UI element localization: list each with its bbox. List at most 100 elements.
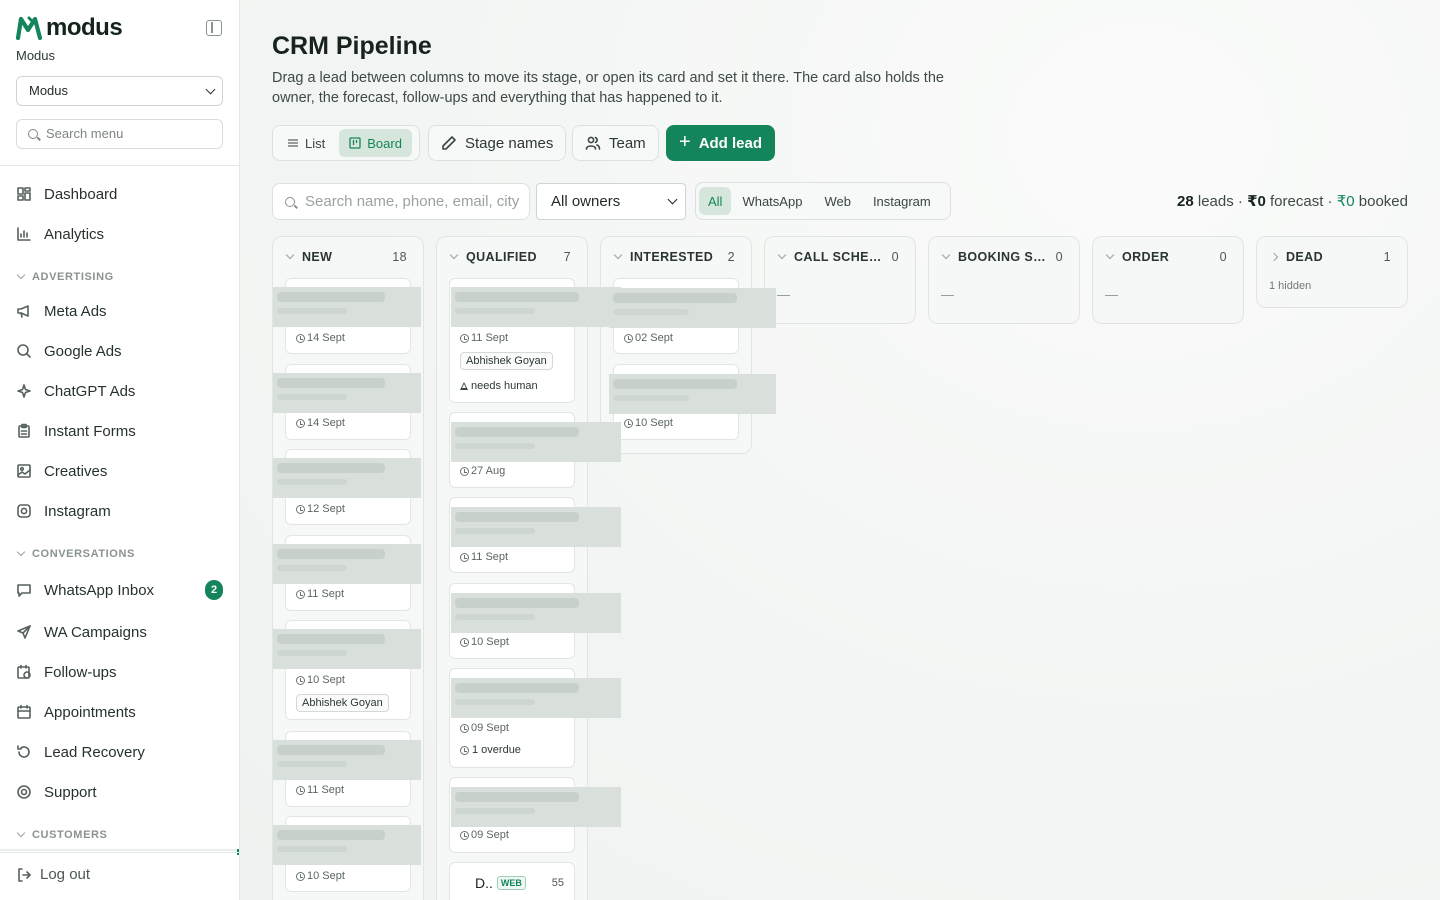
active-item-indicator [0,849,239,855]
sidebar-item-label: Dashboard [44,185,118,203]
alarm-icon [460,745,469,755]
search-icon [285,197,295,207]
sidebar-item-follow-ups[interactable]: Follow-ups [16,657,223,687]
collapse-sidebar-icon[interactable] [206,20,222,36]
card-date-text: 14 Sept [307,417,345,429]
page-description: Drag a lead between columns to move its … [272,70,944,106]
sidebar-item-google-ads[interactable]: Google Ads [16,336,223,366]
chevron-down-icon [777,250,787,260]
chevron-down-icon [1105,250,1115,260]
redacted-lead-name [273,458,421,498]
sidebar-item-creatives[interactable]: Creatives [16,456,223,486]
card-date: 02 Sept [624,332,673,344]
org-select[interactable]: Modus [16,76,223,106]
column-dead[interactable]: DEAD 1 1 hidden [1256,236,1408,308]
calendar-clock-icon [16,664,32,680]
column-call-scheduled[interactable]: CALL SCHEDULED 0 — [764,236,916,324]
add-lead-label: Add lead [698,134,763,152]
column-name: NEW [302,250,333,264]
clock-icon [296,418,305,428]
booked-value: ₹0 [1336,193,1355,210]
column-header[interactable]: BOOKING SCHEDULED 0 [941,250,1063,264]
redacted-lead-name [273,287,421,327]
separator: · [1327,193,1333,210]
sidebar-item-wa-campaigns[interactable]: WA Campaigns [16,617,223,647]
sidebar-item-dashboard[interactable]: Dashboard [16,179,223,209]
sidebar-item-analytics[interactable]: Analytics [16,219,223,249]
section-title: ADVERTISING [32,271,114,283]
column-header[interactable]: CALL SCHEDULED 0 [777,250,899,264]
redacted-lead-name [609,374,776,414]
column-header[interactable]: QUALIFIED 7 [449,250,571,264]
column-booking-scheduled[interactable]: BOOKING SCHEDULED 0 — [928,236,1080,324]
sidebar-item-instant-forms[interactable]: Instant Forms [16,416,223,446]
brand-logo[interactable]: modus [16,16,123,40]
card-title: D.. WEB [475,875,526,891]
redacted-lead-name [451,287,621,327]
source-all-tab[interactable]: All [699,187,732,215]
redacted-lead-name [609,288,776,328]
clock-icon [296,589,305,599]
card-date-text: 27 Aug [471,465,506,477]
clock-icon [460,333,469,343]
card-date-text: 10 Sept [471,636,509,648]
chevron-down-icon [16,828,26,838]
redacted-lead-name [273,740,421,780]
leads-count: 28 [1177,193,1194,210]
column-order[interactable]: ORDER 0 — [1092,236,1244,324]
sidebar-item-meta-ads[interactable]: Meta Ads [16,296,223,326]
view-board-label: Board [367,135,402,151]
sidebar-item-lead-recovery[interactable]: Lead Recovery [16,737,223,767]
clock-icon [296,675,305,685]
section-advertising[interactable]: ADVERTISING [16,270,114,283]
card-date-text: 09 Sept [471,722,509,734]
card-date-text: 10 Sept [307,870,345,882]
clock-icon [624,333,633,343]
sidebar-item-label: Appointments [44,703,136,721]
divider [0,165,239,166]
sidebar: modus Modus Modus Search menu Dashboard … [0,0,240,900]
card-date-text: 14 Sept [307,332,345,344]
pencil-icon [442,136,456,150]
source-instagram-tab[interactable]: Instagram [862,187,942,215]
column-header[interactable]: INTERESTED 2 [613,250,735,264]
divider [0,852,239,853]
search-icon [16,343,32,359]
sidebar-item-label: Google Ads [44,342,122,360]
sidebar-item-instagram[interactable]: Instagram [16,496,223,526]
overdue-flag: 1 overdue [460,744,521,756]
section-conversations[interactable]: CONVERSATIONS [16,547,135,560]
chat-icon [16,582,32,598]
view-list-button[interactable]: List [277,129,335,157]
column-header[interactable]: DEAD 1 [1269,250,1391,264]
view-board-button[interactable]: Board [339,129,412,157]
team-button[interactable]: Team [572,125,659,161]
sidebar-item-chatgpt-ads[interactable]: ChatGPT Ads [16,376,223,406]
source-web-tab[interactable]: Web [813,187,862,215]
lead-search-input[interactable]: Search name, phone, email, city [272,183,530,220]
column-header[interactable]: ORDER 0 [1105,250,1227,264]
org-select-value: Modus [29,83,69,98]
source-tag: WEB [496,876,526,890]
section-customers[interactable]: CUSTOMERS [16,828,107,841]
card-date: 09 Sept [460,722,509,734]
card-date: 10 Sept [624,417,673,429]
column-header[interactable]: NEW 18 [285,250,407,264]
card-date-text: 09 Sept [471,829,509,841]
calendar-icon [16,704,32,720]
chevron-down-icon [613,250,623,260]
sidebar-item-support[interactable]: Support [16,777,223,807]
sidebar-item-whatsapp-inbox[interactable]: WhatsApp Inbox 2 [16,575,223,605]
image-icon [16,463,32,479]
logout-button[interactable]: Log out [16,866,90,883]
sidebar-item-appointments[interactable]: Appointments [16,697,223,727]
stage-names-button[interactable]: Stage names [428,125,567,161]
forecast-value: ₹0 [1247,193,1266,210]
column-count: 1 [1383,250,1391,264]
card-date-text: 11 Sept [471,332,509,344]
clock-icon [460,552,469,562]
source-whatsapp-tab[interactable]: WhatsApp [731,187,813,215]
add-lead-button[interactable]: + Add lead [666,125,776,161]
menu-search-input[interactable]: Search menu [16,119,223,149]
owner-select[interactable]: All owners [536,183,686,220]
